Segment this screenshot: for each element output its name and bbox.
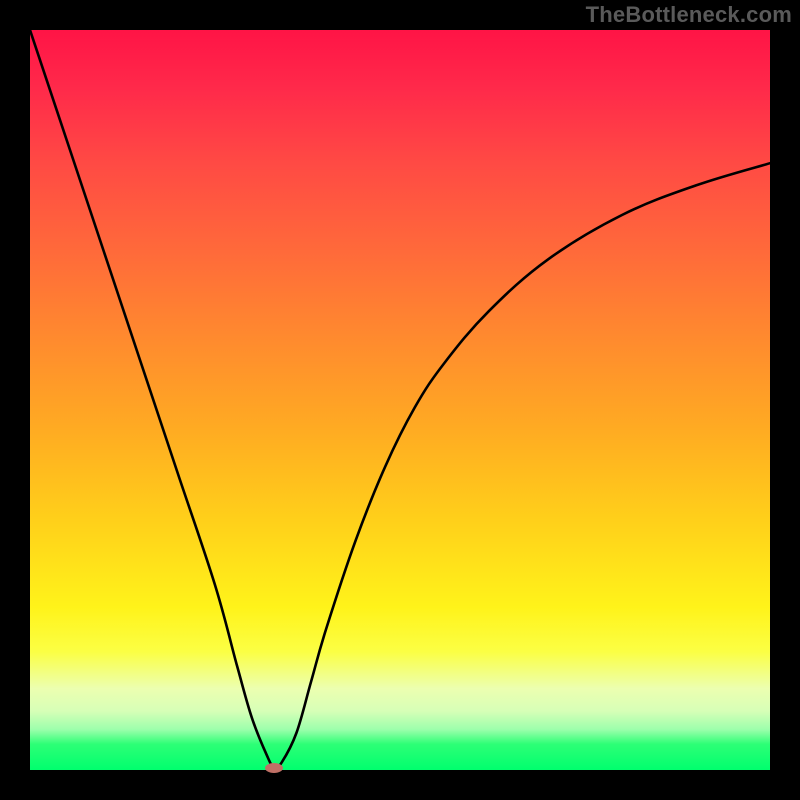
plot-area [30, 30, 770, 770]
curve-svg [30, 30, 770, 770]
chart-frame: TheBottleneck.com [0, 0, 800, 800]
optimal-point-marker [265, 763, 283, 773]
bottleneck-curve [30, 30, 770, 768]
watermark-text: TheBottleneck.com [586, 2, 792, 28]
